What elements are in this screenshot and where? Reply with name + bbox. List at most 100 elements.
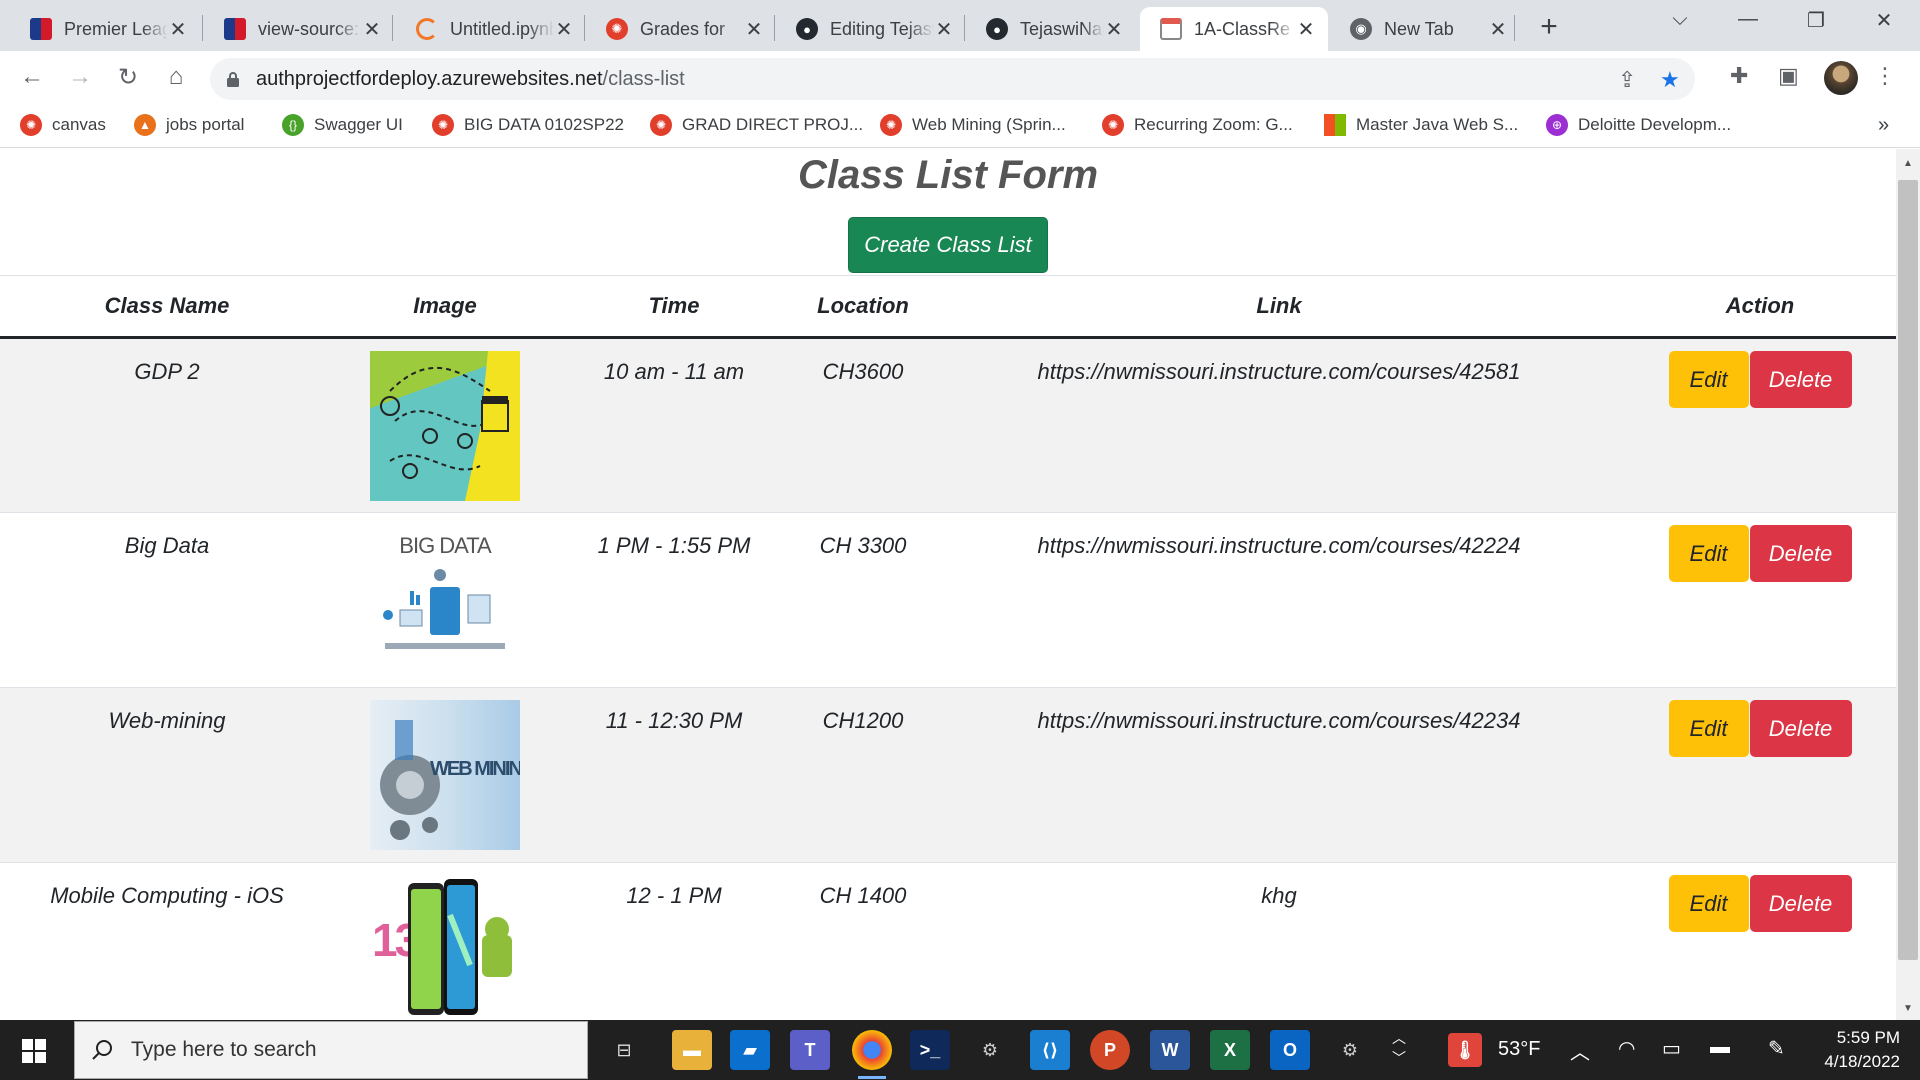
weather-thermometer-icon[interactable]: 🌡	[1448, 1033, 1482, 1067]
display-icon[interactable]: ▭	[1662, 1036, 1681, 1061]
bookmark-big-data[interactable]: ✺ BIG DATA 0102SP22	[432, 114, 624, 136]
delete-button[interactable]: Delete	[1749, 525, 1852, 582]
share-icon[interactable]: ⇪	[1618, 67, 1636, 93]
edit-button[interactable]: Edit	[1668, 525, 1749, 582]
file-explorer-icon[interactable]: ▬	[672, 1030, 712, 1070]
system-clock[interactable]: 5:59 PM 4/18/2022	[1800, 1026, 1900, 1074]
battery-icon[interactable]: ▬	[1710, 1036, 1730, 1059]
back-arrow-icon[interactable]: ←	[16, 63, 48, 91]
bookmark-jobs-portal[interactable]: ▲ jobs portal	[134, 114, 244, 136]
bookmarks-bar: ✺ canvas ▲ jobs portal {} Swagger UI ✺ BIG D…	[0, 106, 1920, 148]
delete-button[interactable]: Delete	[1749, 351, 1852, 408]
mobile-devices-image: 13	[370, 875, 520, 1020]
search-placeholder: Type here to search	[131, 1038, 317, 1061]
lock-icon	[227, 72, 239, 87]
tab-title: TejaswiNalla	[1020, 18, 1104, 39]
menu-kebab-icon[interactable]: ⋮	[1874, 63, 1896, 89]
powerpoint-icon[interactable]: P	[1090, 1030, 1130, 1070]
bookmark-canvas[interactable]: ✺ canvas	[20, 114, 106, 136]
scrollbar-thumb[interactable]	[1898, 180, 1918, 960]
bookmark-label: GRAD DIRECT PROJ...	[682, 115, 864, 134]
settings-gear-icon[interactable]: ⚙	[970, 1030, 1010, 1070]
premier-league-icon	[30, 18, 52, 40]
onedrive-folder-icon[interactable]: ▰	[730, 1030, 770, 1070]
taskbar-search-box[interactable]: Type here to search	[74, 1021, 588, 1079]
premier-league-icon	[224, 18, 246, 40]
bookmark-label: Master Java Web S...	[1356, 115, 1519, 134]
address-bar[interactable]: authprojectfordeploy.azurewebsites.net/c…	[210, 58, 1695, 100]
bookmark-recurring-zoom[interactable]: ✺ Recurring Zoom: G...	[1102, 114, 1293, 136]
tab-class-list[interactable]: 1A-ClassRe ✕	[1140, 7, 1328, 51]
wifi-icon[interactable]: ◠	[1618, 1036, 1635, 1061]
excel-icon[interactable]: X	[1210, 1030, 1250, 1070]
edit-button[interactable]: Edit	[1668, 875, 1749, 932]
side-panel-icon[interactable]: ▣	[1778, 63, 1799, 89]
bookmark-grad-direct[interactable]: ✺ GRAD DIRECT PROJ...	[650, 114, 863, 136]
outlook-icon[interactable]: O	[1270, 1030, 1310, 1070]
close-icon[interactable]: ✕	[554, 17, 574, 42]
pen-icon[interactable]: ✎	[1768, 1036, 1785, 1061]
close-icon[interactable]: ✕	[1296, 17, 1316, 42]
tab-title: Grades for	[640, 18, 726, 39]
tab-title: view-source:	[258, 18, 360, 39]
create-class-list-button[interactable]: Create Class List	[848, 217, 1048, 273]
table-row: Big Data BIG DATA 1 PM - 1:55 PM CH 3300…	[0, 512, 1896, 688]
show-hidden-icons-icon[interactable]: ︿	[1570, 1036, 1590, 1065]
tab-jupyter[interactable]: Untitled.ipynb ✕	[396, 7, 586, 51]
bookmark-star-icon[interactable]: ★	[1660, 67, 1680, 93]
time-cell: 11 - 12:30 PM	[556, 687, 792, 863]
page-content: Class List Form Create Class List Class …	[0, 149, 1896, 1020]
tab-github-profile[interactable]: ● TejaswiNalla ✕	[966, 7, 1136, 51]
tab-view-source[interactable]: view-source: ✕	[204, 7, 394, 51]
image-cell	[334, 337, 556, 513]
reload-icon[interactable]: ↻	[112, 63, 144, 92]
network-tool-icon[interactable]: ⚙	[1330, 1030, 1370, 1070]
powershell-icon[interactable]: >_	[910, 1030, 950, 1070]
minimize-icon[interactable]: —	[1728, 8, 1768, 31]
home-icon[interactable]: ⌂	[160, 63, 192, 91]
close-icon[interactable]: ✕	[744, 17, 764, 42]
edit-button[interactable]: Edit	[1668, 351, 1749, 408]
teams-icon[interactable]: T	[790, 1030, 830, 1070]
bookmark-web-mining[interactable]: ✺ Web Mining (Sprin...	[880, 114, 1066, 136]
tab-premier-league[interactable]: Premier League ✕	[10, 7, 200, 51]
tab-search-chevron-icon[interactable]: ⌵	[1660, 8, 1700, 31]
bookmark-deloitte[interactable]: ⊕ Deloitte Developm...	[1546, 114, 1731, 136]
deloitte-icon: ⊕	[1546, 114, 1568, 136]
restore-icon[interactable]: ❐	[1796, 8, 1836, 33]
chrome-icon[interactable]	[852, 1030, 892, 1079]
task-view-icon[interactable]: ⊟	[604, 1030, 644, 1070]
profile-avatar[interactable]	[1824, 61, 1858, 95]
close-icon[interactable]: ✕	[1488, 17, 1508, 42]
bookmark-swagger[interactable]: {} Swagger UI	[282, 114, 403, 136]
close-icon[interactable]: ✕	[934, 17, 954, 42]
windows-start-icon[interactable]	[22, 1039, 46, 1063]
delete-button[interactable]: Delete	[1749, 700, 1852, 757]
word-icon[interactable]: W	[1150, 1030, 1190, 1070]
tray-overflow-chevron-icon[interactable]: ︿ ﹀	[1392, 1028, 1406, 1068]
forward-arrow-icon[interactable]: →	[64, 63, 96, 91]
more-bookmarks-chevron-icon[interactable]: »	[1878, 114, 1889, 137]
tab-new-tab[interactable]: ◉ New Tab ✕	[1330, 7, 1520, 51]
edit-button[interactable]: Edit	[1668, 700, 1749, 757]
close-icon[interactable]: ✕	[362, 17, 382, 42]
scroll-up-arrow-icon[interactable]: ▲	[1898, 158, 1918, 169]
close-icon[interactable]: ✕	[1104, 17, 1124, 42]
vscode-icon[interactable]: ⟨⟩	[1030, 1030, 1070, 1070]
close-window-icon[interactable]: ✕	[1864, 8, 1904, 33]
canvas-icon: ✺	[880, 114, 902, 136]
web-mining-image: WEB MINING	[370, 700, 520, 850]
tab-editing[interactable]: ● Editing Tejaswi ✕	[776, 7, 966, 51]
delete-button[interactable]: Delete	[1749, 875, 1852, 932]
new-tab-plus-icon[interactable]: +	[1534, 10, 1564, 44]
tab-grades[interactable]: ✺ Grades for ✕	[586, 7, 776, 51]
bookmark-master-java[interactable]: Master Java Web S...	[1324, 114, 1518, 136]
close-icon[interactable]: ✕	[168, 17, 188, 42]
bookmark-label: canvas	[52, 115, 106, 134]
canvas-icon: ✺	[432, 114, 454, 136]
extensions-puzzle-icon[interactable]: ✚	[1730, 63, 1748, 89]
scroll-down-arrow-icon[interactable]: ▼	[1898, 1003, 1918, 1014]
tab-title: Editing Tejaswi	[830, 18, 934, 39]
temperature[interactable]: 53°F	[1498, 1038, 1540, 1061]
image-cell: 13	[334, 862, 556, 1020]
